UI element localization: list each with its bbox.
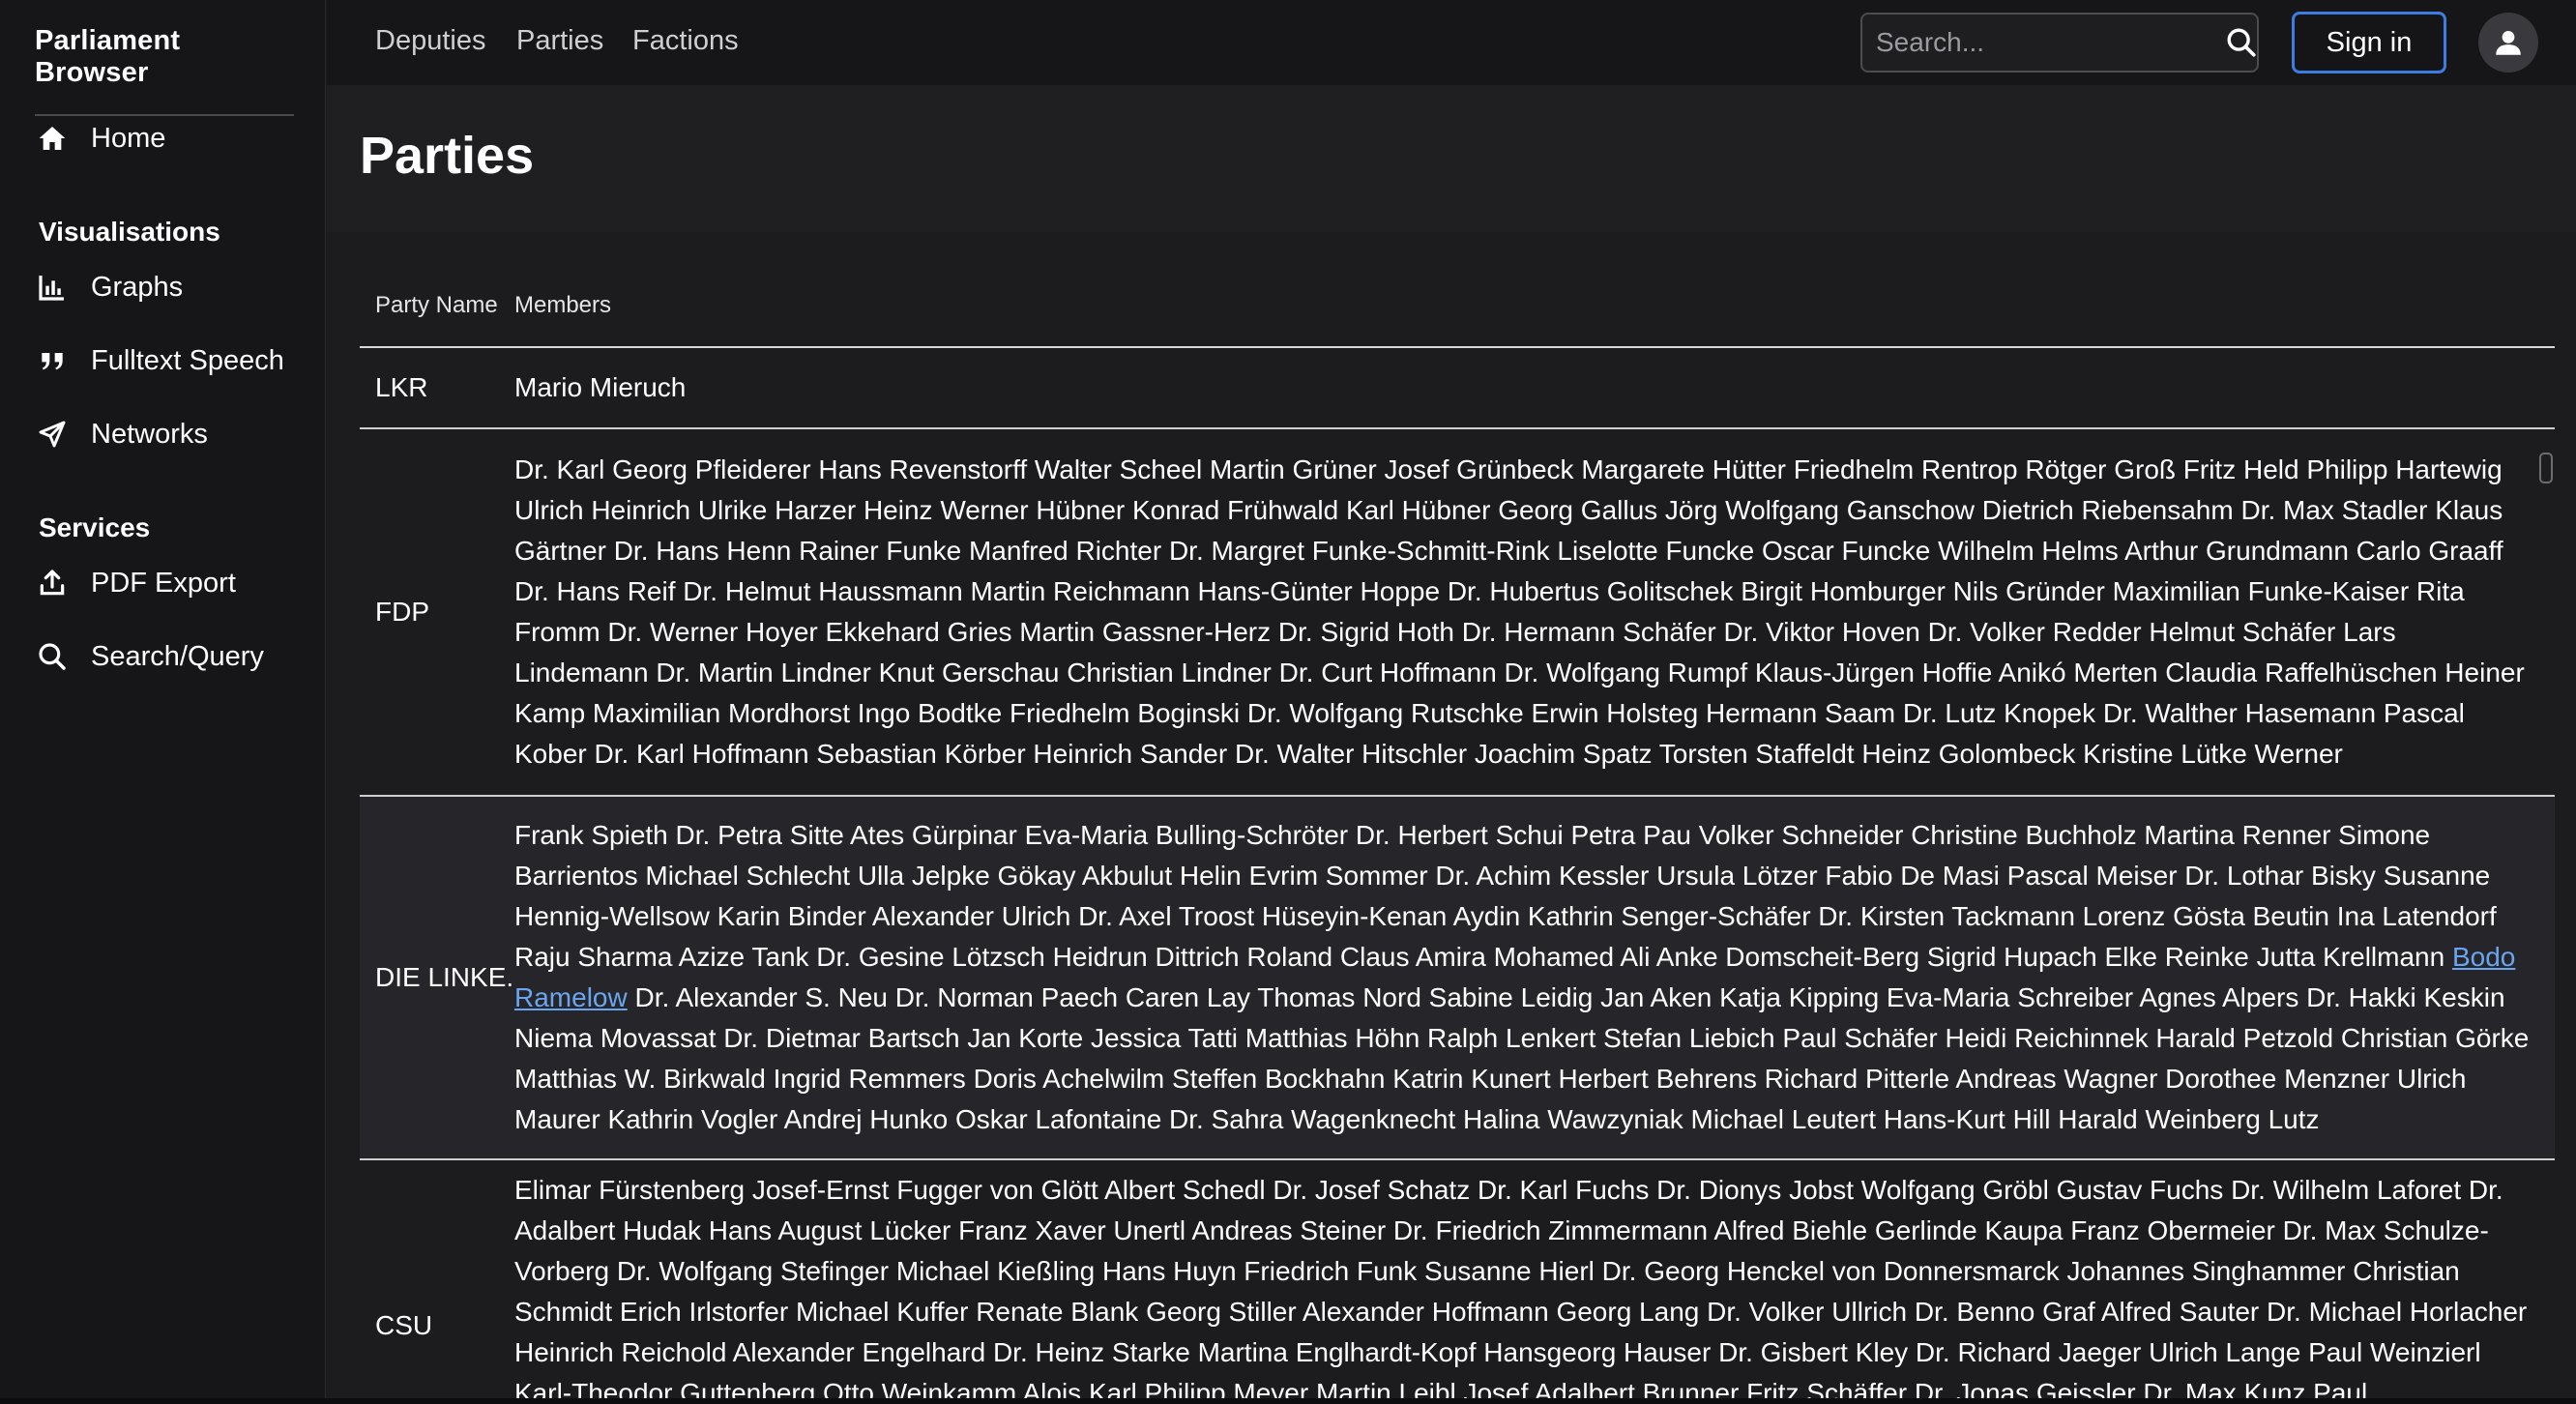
sidebar-item-networks[interactable]: Networks [35,407,306,461]
table-row: CSU Elimar Fürstenberg Josef-Ernst Fugge… [360,1160,2555,1404]
party-members: Elimar Fürstenberg Josef-Ernst Fugger vo… [514,1175,2528,1404]
parties-table: Party Name Members LKR Mario Mieruch FDP… [360,232,2555,1404]
search-icon [35,639,70,674]
sidebar-item-home[interactable]: Home [35,111,306,165]
sidebar-item-label: Networks [91,418,208,450]
page-header: Parties [327,85,2576,232]
search-input[interactable] [1876,27,2225,58]
quote-icon [35,343,70,378]
scrollbar-thumb[interactable] [2539,453,2553,483]
sidebar-item-search-query[interactable]: Search/Query [35,629,306,684]
sidebar-item-label: Graphs [91,271,184,303]
sidebar-item-label: Home [91,122,166,154]
members-text: Dr. Alexander S. Neu Dr. Norman Paech Ca… [514,982,2530,1134]
bar-chart-icon [35,270,70,305]
party-members: Mario Mieruch [514,372,687,402]
sidebar-item-fulltext-speech[interactable]: Fulltext Speech [35,334,306,388]
search-box [1860,13,2259,73]
party-name: CSU [375,1310,433,1340]
brand-title[interactable]: Parliament Browser [35,25,294,116]
members-text: Frank Spieth Dr. Petra Sitte Ates Gürpin… [514,820,2497,972]
user-icon [2496,30,2521,55]
sidebar-item-label: Fulltext Speech [91,344,284,376]
nav-link-deputies[interactable]: Deputies [375,25,485,57]
column-header-members[interactable]: Members [514,292,2555,319]
home-icon [35,121,70,156]
sidebar-item-label: PDF Export [91,567,236,599]
table-row: FDP Dr. Karl Georg Pfleiderer Hans Reven… [360,429,2555,797]
user-avatar[interactable] [2478,13,2538,73]
app-window: Parliament Browser Home Visualisations G… [0,0,2576,1404]
send-arrow-icon [35,417,70,452]
nav-link-parties[interactable]: Parties [516,25,603,57]
page-title: Parties [360,127,535,185]
window-bottom-edge [0,1398,2576,1404]
sidebar-section-services: Services [39,512,151,542]
table-row: LKR Mario Mieruch [360,348,2555,429]
party-members: Dr. Karl Georg Pfleiderer Hans Revenstor… [514,454,2525,769]
table-header: Party Name Members [360,232,2555,348]
sidebar-item-graphs[interactable]: Graphs [35,260,306,314]
party-name: LKR [375,372,428,402]
party-name: DIE LINKE. [375,962,514,992]
sidebar-section-visualisations: Visualisations [39,217,220,247]
sidebar-item-pdf-export[interactable]: PDF Export [35,556,306,610]
nav-link-factions[interactable]: Factions [632,25,739,57]
party-name: FDP [375,597,429,627]
party-members: Frank Spieth Dr. Petra Sitte Ates Gürpin… [514,815,2555,1140]
sign-in-button[interactable]: Sign in [2292,12,2446,73]
upload-icon [35,566,70,600]
table-row: DIE LINKE. Frank Spieth Dr. Petra Sitte … [360,797,2555,1160]
column-header-party-name[interactable]: Party Name [360,292,514,319]
sidebar: Parliament Browser Home Visualisations G… [0,0,326,1404]
sidebar-item-label: Search/Query [91,640,264,672]
search-icon[interactable] [2225,26,2258,59]
